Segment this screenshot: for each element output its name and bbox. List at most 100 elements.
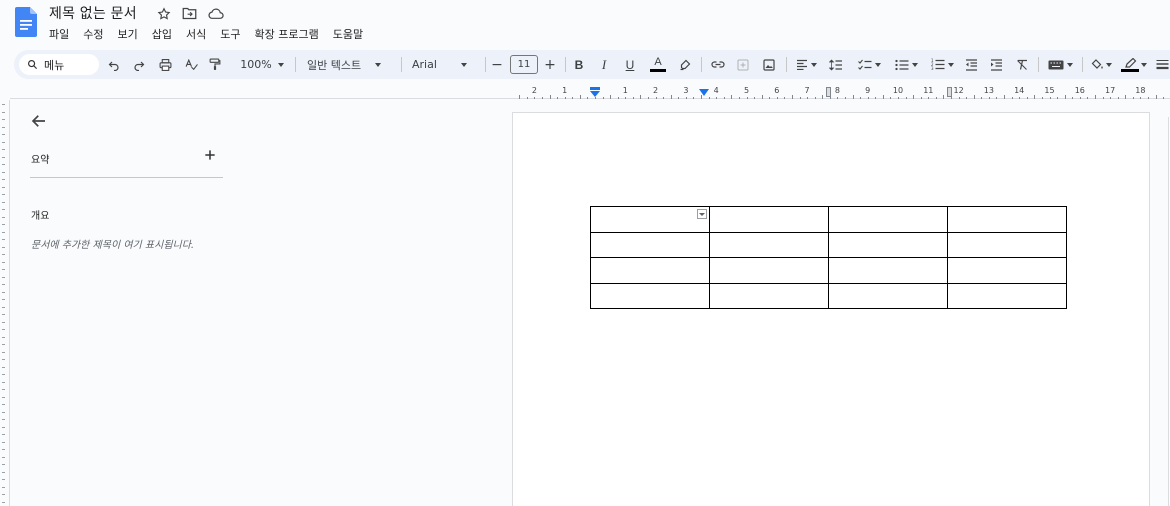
italic-button[interactable]: I bbox=[597, 55, 611, 74]
table-cell[interactable] bbox=[590, 282, 710, 309]
table-row bbox=[590, 206, 1067, 233]
column-marker[interactable] bbox=[947, 87, 952, 97]
highlighter-icon bbox=[680, 59, 691, 70]
menu-tools[interactable]: 도구 bbox=[220, 26, 240, 42]
menu-search[interactable]: 메뉴 bbox=[19, 54, 99, 75]
ruler-number: 7 bbox=[804, 86, 810, 95]
cloud-status-icon[interactable] bbox=[207, 5, 224, 22]
clear-formatting-button[interactable] bbox=[1014, 55, 1030, 74]
menu-extensions[interactable]: 확장 프로그램 bbox=[255, 26, 319, 42]
ruler-tick bbox=[1087, 97, 1089, 99]
table-cell[interactable] bbox=[590, 206, 710, 233]
table-cell[interactable] bbox=[947, 282, 1067, 309]
input-tools-button[interactable] bbox=[1044, 55, 1076, 74]
menu-help[interactable]: 도움말 bbox=[333, 26, 363, 42]
table-cell[interactable] bbox=[828, 231, 948, 258]
ruler-tick bbox=[2, 156, 5, 158]
line-spacing-button[interactable] bbox=[827, 55, 845, 74]
style-select[interactable]: 일반 텍스트 bbox=[307, 55, 391, 74]
ruler-tick bbox=[2, 194, 5, 195]
redo-icon bbox=[134, 61, 145, 71]
font-select[interactable]: Arial bbox=[412, 55, 476, 74]
increase-indent-button[interactable] bbox=[988, 55, 1004, 74]
undo-button[interactable] bbox=[106, 55, 122, 74]
table-cell[interactable] bbox=[828, 206, 948, 233]
border-color-button[interactable] bbox=[1119, 55, 1149, 74]
table-cell[interactable] bbox=[947, 257, 1067, 284]
paint-format-button[interactable] bbox=[207, 55, 223, 74]
ruler-tick bbox=[966, 97, 968, 99]
menu-format[interactable]: 서식 bbox=[186, 26, 206, 42]
toolbar-divider bbox=[485, 57, 486, 72]
ruler-tick bbox=[2, 501, 5, 503]
ruler-tick bbox=[640, 95, 642, 99]
ruler-tick bbox=[814, 97, 816, 99]
toolbar-divider bbox=[295, 57, 296, 72]
font-size-field[interactable]: 11 bbox=[510, 55, 538, 74]
ruler-tick bbox=[1102, 97, 1104, 99]
ruler-number: 2 bbox=[653, 86, 659, 95]
decrease-font-size-button[interactable]: − bbox=[490, 55, 504, 74]
line-spacing-icon bbox=[829, 58, 842, 71]
bulleted-list-button[interactable] bbox=[891, 55, 921, 74]
cell-menu-chevron-icon[interactable] bbox=[697, 209, 707, 219]
spellcheck-icon bbox=[185, 58, 198, 70]
menu-insert[interactable]: 삽입 bbox=[152, 26, 172, 42]
vertical-ruler[interactable] bbox=[0, 100, 10, 506]
ruler-tick bbox=[1094, 95, 1096, 99]
spellcheck-button[interactable] bbox=[183, 55, 199, 74]
document-page[interactable] bbox=[512, 112, 1150, 506]
ruler-number: 11 bbox=[923, 86, 934, 95]
back-arrow-icon[interactable] bbox=[30, 112, 48, 130]
table-cell[interactable] bbox=[947, 231, 1067, 258]
table-cell[interactable] bbox=[709, 231, 829, 258]
table-cell[interactable] bbox=[828, 282, 948, 309]
print-button[interactable] bbox=[157, 55, 173, 74]
text-color-button[interactable]: A bbox=[648, 55, 668, 74]
ruler-tick bbox=[1019, 97, 1021, 99]
align-button[interactable] bbox=[792, 55, 820, 74]
ruler-tick bbox=[988, 97, 990, 99]
insert-image-button[interactable] bbox=[761, 55, 777, 74]
table-cell[interactable] bbox=[709, 257, 829, 284]
ruler-tick bbox=[655, 97, 657, 99]
ruler-tick bbox=[905, 97, 907, 99]
column-marker[interactable] bbox=[826, 87, 831, 97]
highlight-button[interactable] bbox=[677, 55, 693, 74]
increase-font-size-button[interactable]: + bbox=[543, 55, 557, 74]
table-cell[interactable] bbox=[828, 257, 948, 284]
bold-button[interactable]: B bbox=[572, 55, 586, 74]
fill-color-button[interactable] bbox=[1087, 55, 1115, 74]
checklist-button[interactable] bbox=[854, 55, 884, 74]
ruler-number: 3 bbox=[683, 86, 689, 95]
add-summary-icon[interactable] bbox=[203, 148, 217, 162]
menu-edit[interactable]: 수정 bbox=[83, 26, 103, 42]
ruler-tick bbox=[2, 456, 5, 458]
menu-file[interactable]: 파일 bbox=[49, 26, 69, 42]
ruler-tick bbox=[595, 97, 596, 99]
insert-link-button[interactable] bbox=[709, 55, 727, 74]
add-comment-button[interactable] bbox=[735, 55, 751, 74]
star-icon[interactable] bbox=[155, 5, 172, 22]
horizontal-ruler[interactable]: 2 1 1 2 3 4 5 6 7 8 9 10 11 12 13 14 15 16 17 18 bbox=[510, 86, 1170, 99]
document-table[interactable] bbox=[590, 206, 1067, 309]
ruler-tick bbox=[769, 97, 771, 99]
redo-button[interactable] bbox=[131, 55, 147, 74]
zoom-select[interactable]: 100% bbox=[236, 55, 288, 74]
menu-view[interactable]: 보기 bbox=[118, 26, 138, 42]
decrease-indent-button[interactable] bbox=[963, 55, 979, 74]
table-cell[interactable] bbox=[590, 257, 710, 284]
table-cell[interactable] bbox=[590, 231, 710, 258]
numbered-list-button[interactable]: 123 bbox=[927, 55, 957, 74]
ruler-tick bbox=[981, 97, 983, 99]
document-title[interactable]: 제목 없는 문서 bbox=[49, 3, 137, 23]
table-cell[interactable] bbox=[947, 206, 1067, 233]
table-cell[interactable] bbox=[709, 282, 829, 309]
table-row bbox=[590, 257, 1067, 284]
border-width-button[interactable] bbox=[1154, 55, 1170, 74]
docs-logo-icon[interactable] bbox=[15, 7, 37, 37]
search-icon bbox=[28, 60, 38, 70]
table-cell[interactable] bbox=[709, 206, 829, 233]
move-to-folder-icon[interactable] bbox=[181, 5, 198, 22]
underline-button[interactable]: U bbox=[623, 55, 637, 74]
